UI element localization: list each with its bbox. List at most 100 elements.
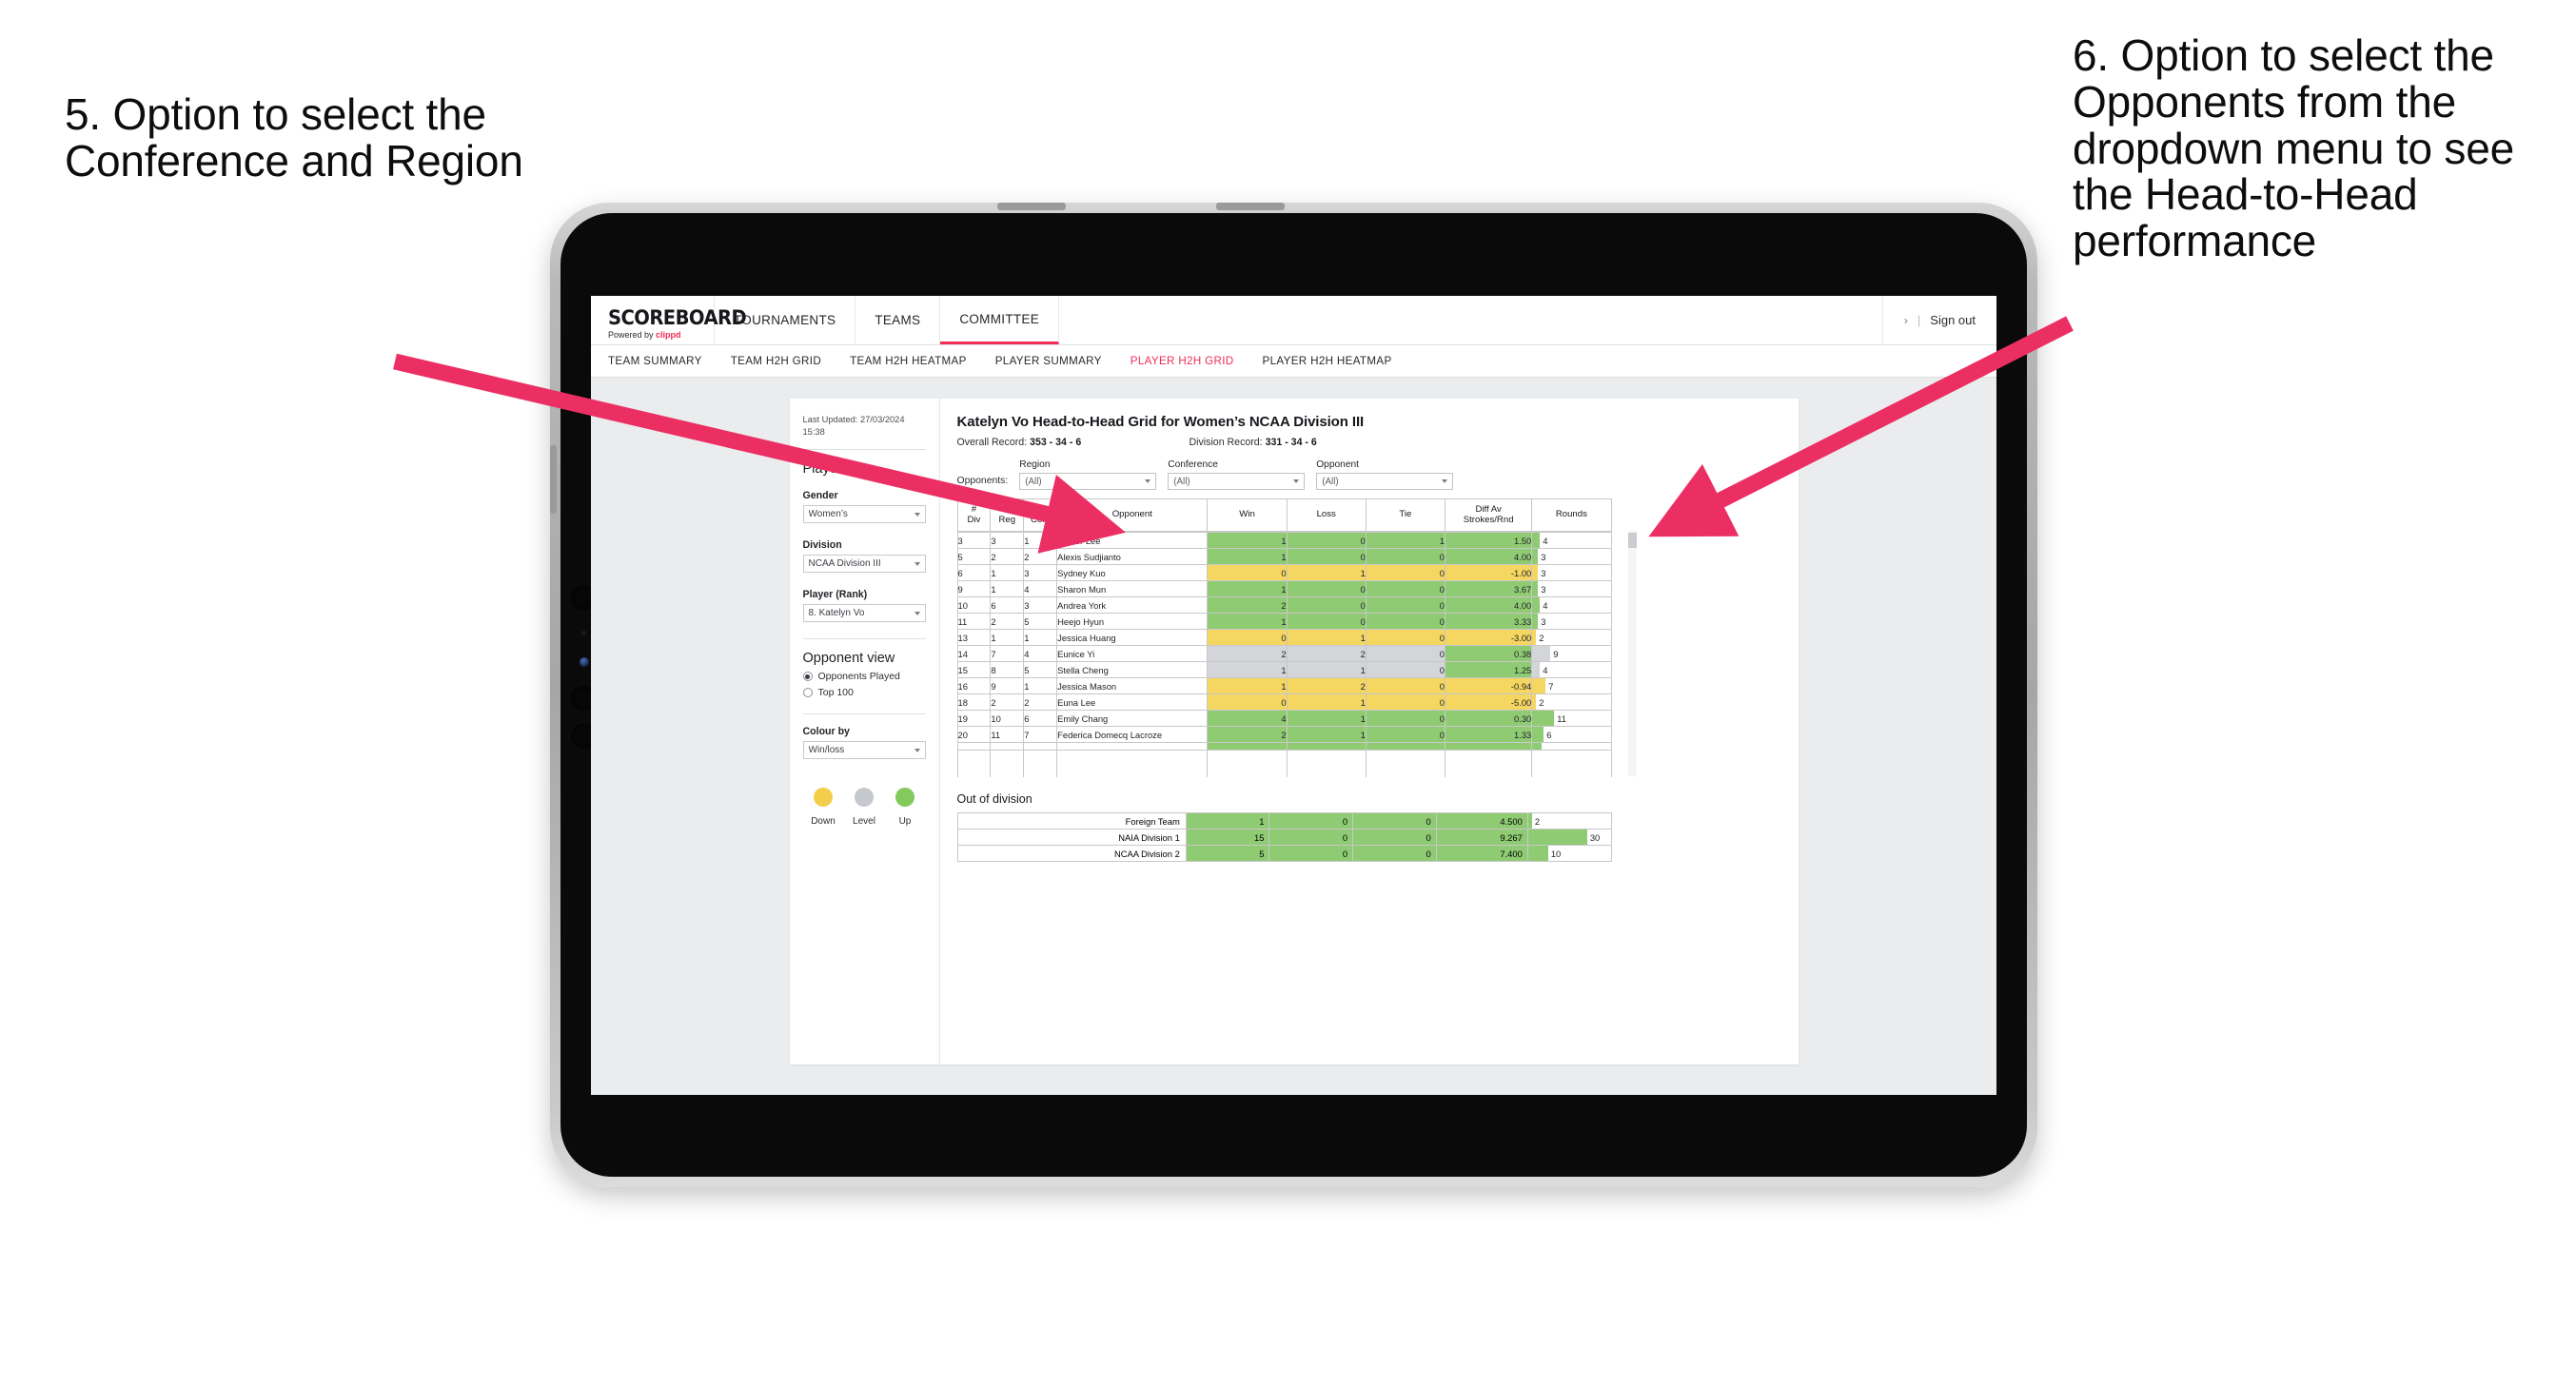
tab-player-h2h-heatmap[interactable]: PLAYER H2H HEATMAP bbox=[1263, 355, 1392, 367]
divider-1 bbox=[802, 449, 926, 451]
rounds-value: 2 bbox=[1539, 696, 1544, 708]
cell-blank bbox=[1531, 750, 1612, 777]
table-row[interactable]: 5 2 2 Alexis Sudjianto 1 0 0 4.00 3 bbox=[956, 548, 1612, 565]
rounds-value: 6 bbox=[1546, 729, 1552, 740]
grid-scrollbar-thumb[interactable] bbox=[1627, 533, 1637, 548]
cell-conf: 1 bbox=[1023, 629, 1058, 646]
cell-partial bbox=[1207, 742, 1288, 751]
cell-opponent: Andrea York bbox=[1056, 596, 1209, 614]
cell-div: 14 bbox=[956, 645, 992, 662]
account-area: › | Sign out bbox=[1883, 296, 1996, 344]
col-reg-line2: Reg bbox=[998, 514, 1016, 525]
legend-item-up: Up bbox=[884, 788, 925, 827]
opponents-filter-lead: Opponents: bbox=[956, 476, 1009, 486]
division-select[interactable]: NCAA Division III bbox=[802, 555, 926, 574]
cell-win: 0 bbox=[1207, 564, 1288, 581]
cell-div: 6 bbox=[956, 564, 992, 581]
col-reg: # Reg bbox=[990, 498, 1025, 532]
cell-tie: 1 bbox=[1365, 532, 1446, 549]
col-opponent: Opponent bbox=[1056, 498, 1209, 532]
cell-tie: 0 bbox=[1365, 629, 1446, 646]
table-row[interactable]: 15 8 5 Stella Cheng 1 1 0 1.25 4 bbox=[956, 661, 1612, 678]
table-row-partial bbox=[956, 742, 1612, 751]
cell-diff: -5.00 bbox=[1445, 693, 1533, 711]
chevron-right-icon[interactable]: › bbox=[1904, 314, 1908, 327]
rounds-bar bbox=[1532, 678, 1546, 693]
table-row[interactable]: 14 7 4 Eunice Yi 2 2 0 0.38 9 bbox=[956, 645, 1612, 662]
cell-win: 0 bbox=[1207, 629, 1288, 646]
radio-opponents-played[interactable]: Opponents Played bbox=[802, 671, 926, 682]
tab-team-h2h-heatmap[interactable]: TEAM H2H HEATMAP bbox=[850, 355, 967, 367]
division-field: Division NCAA Division III bbox=[802, 539, 926, 574]
conference-select[interactable]: (All) bbox=[1168, 473, 1306, 490]
nav-teams[interactable]: TEAMS bbox=[855, 296, 941, 344]
cell-reg: 7 bbox=[990, 645, 1025, 662]
cell-win: 1 bbox=[1207, 661, 1288, 678]
rounds-bar bbox=[1532, 597, 1541, 613]
tab-player-h2h-grid[interactable]: PLAYER H2H GRID bbox=[1131, 355, 1234, 367]
cell-ood-diff: 4.500 bbox=[1435, 812, 1528, 830]
table-row[interactable]: 20 11 7 Federica Domecq Lacroze 2 1 0 1.33 6 bbox=[956, 726, 1612, 743]
cell-tie: 0 bbox=[1365, 564, 1446, 581]
cell-win: 1 bbox=[1207, 613, 1288, 630]
tab-team-summary[interactable]: TEAM SUMMARY bbox=[608, 355, 702, 367]
cell-diff: 0.30 bbox=[1445, 710, 1533, 727]
h2h-grid-scroll-area[interactable]: 3 3 1 Esther Lee 1 0 1 1.50 4 5 2 2 Alexis Sudjianto… bbox=[956, 532, 1623, 777]
overall-record-value: 353 - 34 - 6 bbox=[1030, 437, 1082, 448]
table-row[interactable]: 11 2 5 Heejo Hyun 1 0 0 3.33 3 bbox=[956, 613, 1612, 630]
cell-partial bbox=[1531, 742, 1612, 751]
cell-win: 0 bbox=[1207, 693, 1288, 711]
legend-item-level: Level bbox=[843, 788, 884, 827]
h2h-grid-header-row: # Div # Reg # Conf Opponent Win Loss Tie Di… bbox=[956, 498, 1612, 532]
rounds-value: 9 bbox=[1553, 648, 1559, 659]
table-row[interactable]: 19 10 6 Emily Chang 4 1 0 0.30 11 bbox=[956, 710, 1612, 727]
cell-ood-loss: 0 bbox=[1268, 845, 1354, 862]
cell-ood-loss: 0 bbox=[1268, 829, 1354, 846]
cell-div: 11 bbox=[956, 613, 992, 630]
out-of-division-row[interactable]: NAIA Division 1 15 0 0 9.267 30 bbox=[956, 829, 1612, 846]
col-conf-line1: # bbox=[1037, 503, 1043, 515]
table-row[interactable]: 9 1 4 Sharon Mun 1 0 0 3.67 3 bbox=[956, 580, 1612, 597]
cell-win: 2 bbox=[1207, 645, 1288, 662]
cell-rounds: 3 bbox=[1531, 580, 1612, 597]
divider-2 bbox=[802, 638, 926, 640]
cell-rounds: 4 bbox=[1531, 596, 1612, 614]
colour-by-select[interactable]: Win/loss bbox=[802, 741, 926, 760]
brand-tagline: Powered by clippd bbox=[608, 330, 714, 340]
nav-committee[interactable]: COMMITTEE bbox=[940, 296, 1060, 344]
gender-select[interactable]: Women’s bbox=[802, 505, 926, 524]
out-of-division-row[interactable]: NCAA Division 2 5 0 0 7.400 10 bbox=[956, 845, 1612, 862]
cell-ood-tie: 0 bbox=[1352, 845, 1437, 862]
opponent-select[interactable]: (All) bbox=[1316, 473, 1454, 490]
cell-opponent: Jessica Huang bbox=[1056, 629, 1209, 646]
cell-diff: -0.94 bbox=[1445, 677, 1533, 694]
cell-loss: 0 bbox=[1286, 596, 1367, 614]
cell-diff: -3.00 bbox=[1445, 629, 1533, 646]
cell-rounds: 11 bbox=[1531, 710, 1612, 727]
table-row[interactable]: 10 6 3 Andrea York 2 0 0 4.00 4 bbox=[956, 596, 1612, 614]
cell-loss: 0 bbox=[1286, 548, 1367, 565]
table-row[interactable]: 18 2 2 Euna Lee 0 1 0 -5.00 2 bbox=[956, 693, 1612, 711]
table-row[interactable]: 3 3 1 Esther Lee 1 0 1 1.50 4 bbox=[956, 532, 1612, 549]
cell-rounds: 3 bbox=[1531, 564, 1612, 581]
player-rank-select[interactable]: 8. Katelyn Vo bbox=[802, 604, 926, 623]
tablet-left-button bbox=[550, 445, 557, 514]
cell-blank bbox=[990, 750, 1025, 777]
tab-team-h2h-grid[interactable]: TEAM H2H GRID bbox=[731, 355, 821, 367]
tab-player-summary[interactable]: PLAYER SUMMARY bbox=[995, 355, 1102, 367]
table-row[interactable]: 13 1 1 Jessica Huang 0 1 0 -3.00 2 bbox=[956, 629, 1612, 646]
gender-label: Gender bbox=[802, 490, 838, 502]
table-blank-filler bbox=[956, 750, 1612, 777]
opponent-filter-bar: Opponents: Region (All) Conference (All)… bbox=[957, 459, 1785, 490]
region-select[interactable]: (All) bbox=[1019, 473, 1157, 490]
sign-out-button[interactable]: Sign out bbox=[1930, 313, 1976, 327]
table-row[interactable]: 16 9 1 Jessica Mason 1 2 0 -0.94 7 bbox=[956, 677, 1612, 694]
cell-opponent: Sydney Kuo bbox=[1056, 564, 1209, 581]
cell-opponent: Eunice Yi bbox=[1056, 645, 1209, 662]
radio-top-100[interactable]: Top 100 bbox=[802, 687, 926, 698]
out-of-division-row[interactable]: Foreign Team 1 0 0 4.500 2 bbox=[956, 812, 1612, 830]
gender-field: Gender Women’s bbox=[802, 490, 926, 524]
table-row[interactable]: 6 1 3 Sydney Kuo 0 1 0 -1.00 3 bbox=[956, 564, 1612, 581]
grid-scrollbar[interactable] bbox=[1627, 531, 1637, 776]
brand-logo: SCOREBOARD Powered by clippd bbox=[591, 296, 747, 344]
